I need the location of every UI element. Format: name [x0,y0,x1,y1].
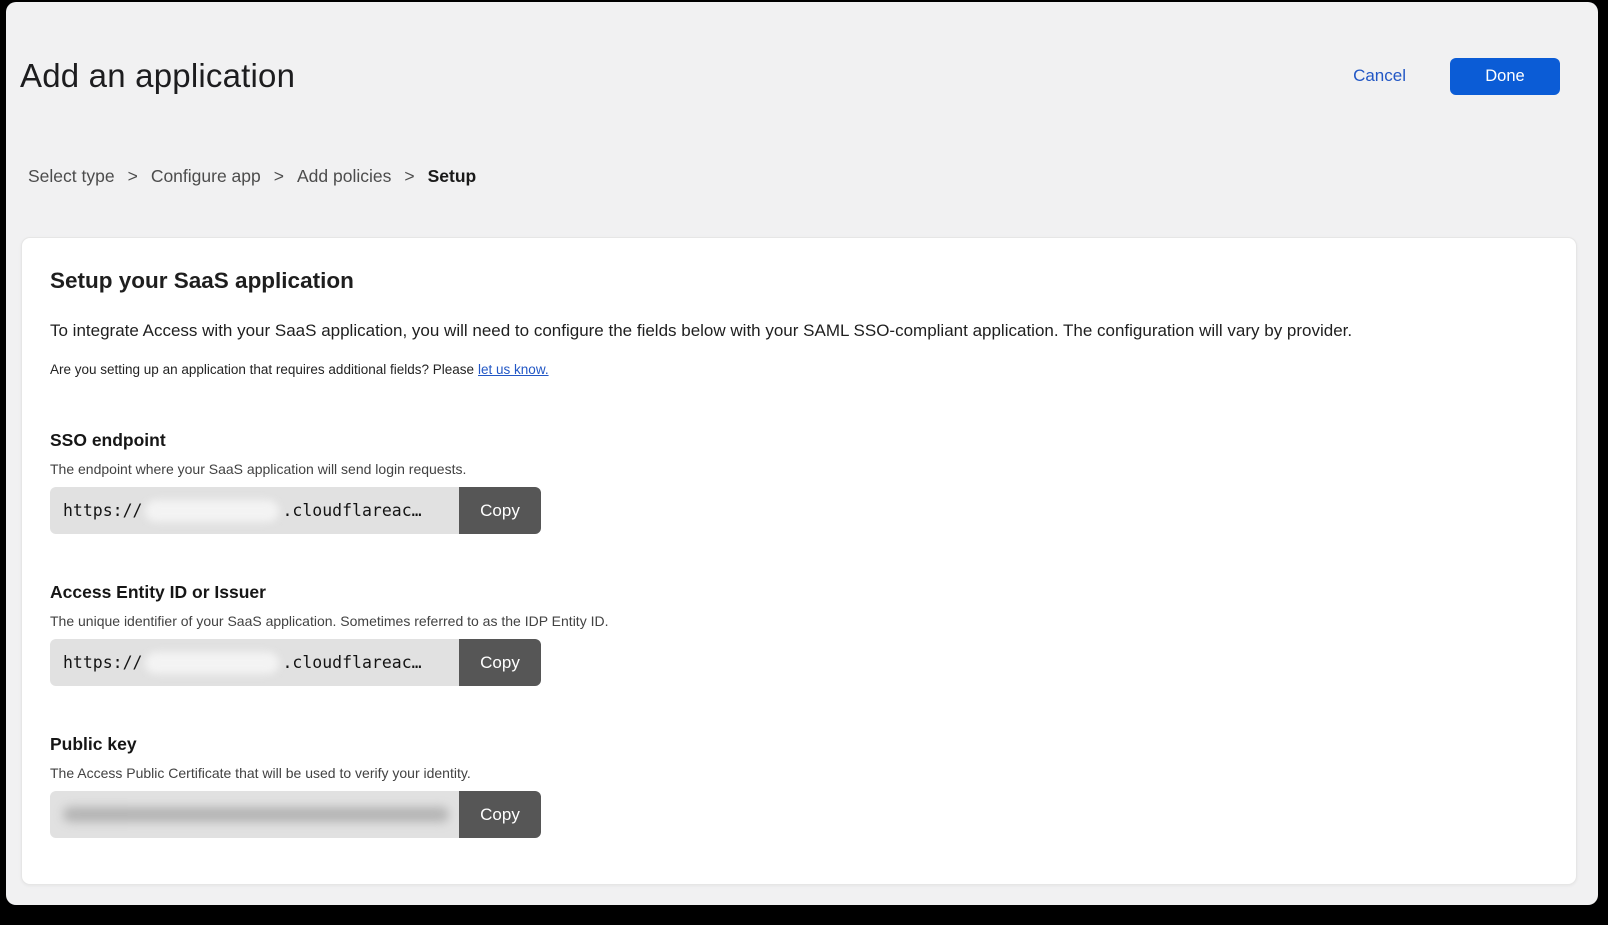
done-button[interactable]: Done [1450,58,1560,95]
breadcrumb-separator: > [404,166,414,187]
sso-endpoint-value: https:// .cloudflareac… [50,487,459,534]
header-actions: Cancel Done [1353,58,1560,95]
page-header: Add an application Cancel Done [6,2,1598,96]
breadcrumb-separator: > [274,166,284,187]
entity-id-copy-row: https:// .cloudflareac… Copy [50,639,541,686]
entity-id-value-suffix: .cloudflareac… [282,653,421,672]
sso-endpoint-description: The endpoint where your SaaS application… [50,461,1548,477]
entity-id-label: Access Entity ID or Issuer [50,582,1548,603]
app-window: Add an application Cancel Done Select ty… [6,2,1598,905]
entity-id-value-prefix: https:// [63,653,142,672]
public-key-label: Public key [50,734,1548,755]
sso-endpoint-section: SSO endpoint The endpoint where your Saa… [50,430,1548,534]
public-key-section: Public key The Access Public Certificate… [50,734,1548,838]
let-us-know-link[interactable]: let us know. [478,362,549,377]
sso-endpoint-copy-row: https:// .cloudflareac… Copy [50,487,541,534]
card-intro-text: To integrate Access with your SaaS appli… [50,319,1548,343]
breadcrumb-step-setup: Setup [428,166,477,187]
entity-id-value: https:// .cloudflareac… [50,639,459,686]
redacted-value-blur [145,500,279,522]
redacted-value-blur [145,652,279,674]
card-heading: Setup your SaaS application [50,268,1548,294]
sso-endpoint-copy-button[interactable]: Copy [459,487,541,534]
entity-id-copy-button[interactable]: Copy [459,639,541,686]
breadcrumb-step-configure-app[interactable]: Configure app [151,166,261,187]
setup-card: Setup your SaaS application To integrate… [21,237,1577,885]
breadcrumb-separator: > [128,166,138,187]
sso-endpoint-label: SSO endpoint [50,430,1548,451]
entity-id-section: Access Entity ID or Issuer The unique id… [50,582,1548,686]
breadcrumb-step-select-type[interactable]: Select type [28,166,115,187]
entity-id-description: The unique identifier of your SaaS appli… [50,613,1548,629]
public-key-copy-row: Copy [50,791,541,838]
sso-endpoint-value-suffix: .cloudflareac… [282,501,421,520]
breadcrumb: Select type > Configure app > Add polici… [28,166,1598,187]
redacted-value-blur [63,807,449,822]
sso-endpoint-value-prefix: https:// [63,501,142,520]
card-note: Are you setting up an application that r… [50,362,1548,377]
public-key-description: The Access Public Certificate that will … [50,765,1548,781]
page-title: Add an application [20,56,295,96]
public-key-value [50,791,459,838]
card-note-text: Are you setting up an application that r… [50,362,474,377]
breadcrumb-step-add-policies[interactable]: Add policies [297,166,391,187]
cancel-button[interactable]: Cancel [1353,66,1406,86]
public-key-copy-button[interactable]: Copy [459,791,541,838]
